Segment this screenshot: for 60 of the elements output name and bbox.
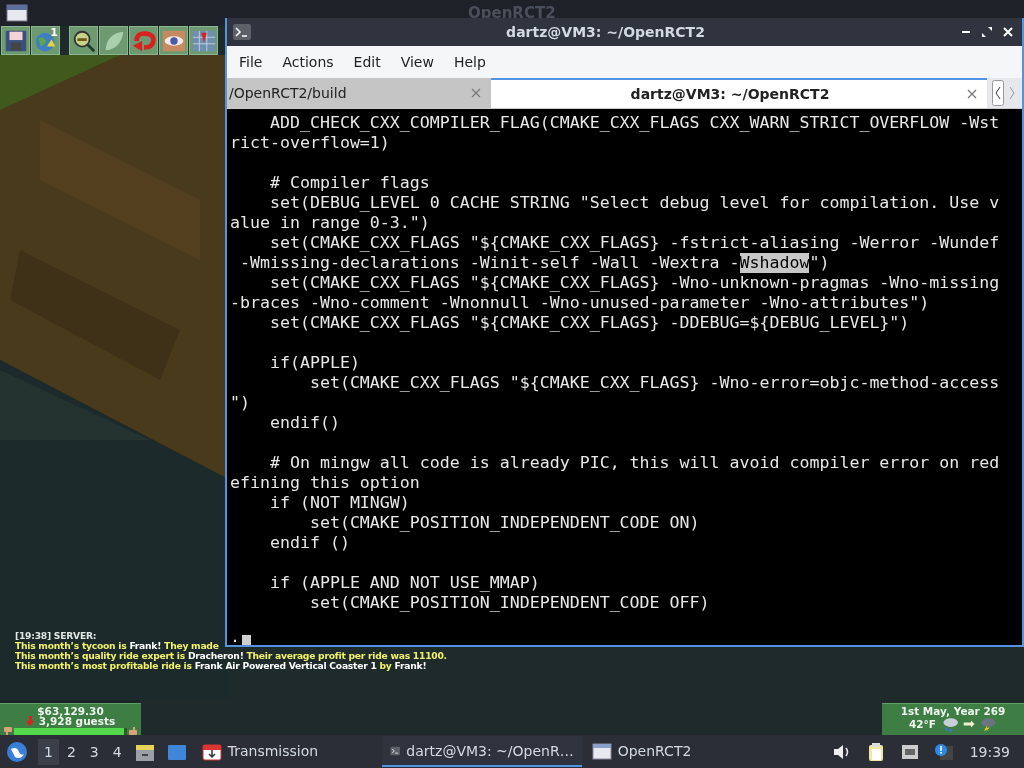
terminal-text: # On mingw all code is already PIC, this will avoid compiler error on red <box>268 453 1000 473</box>
terminal-text: rict-overflow=1) <box>230 133 390 153</box>
notification-icon[interactable] <box>933 741 954 762</box>
terminal-text: -Wmissing-declarations -Winit-self -Wall -Wextra - <box>239 253 740 273</box>
terminal-text: set(CMAKE_CXX_FLAGS "${CMAKE_CXX_FLAGS} -fstrict-aliasing -Werror -Wundef <box>268 233 1000 253</box>
date-text: 1st May, Year 269 <box>900 706 1006 716</box>
money-text: $63,129.30 <box>37 706 104 716</box>
workspace-button[interactable]: 4 <box>106 738 128 765</box>
terminal-text: -braces -Wno-comment -Wnonnull -Wno-unused-parameter -Wno-attributes") <box>230 293 930 313</box>
terminal-text: ") <box>809 253 830 273</box>
terminal-text: if(APPLE) <box>268 353 360 373</box>
workspace-button[interactable]: 3 <box>83 738 105 765</box>
tab[interactable]: dartz@VM3: ~/OpenRCT2 <box>491 78 987 108</box>
window-title: dartz@VM3: ~/OpenRCT2 <box>505 24 706 40</box>
terminal-text: endif() <box>268 413 340 433</box>
window-icon <box>591 740 612 761</box>
task-button[interactable]: Transmission <box>193 736 380 767</box>
terminal-text: endif () <box>268 533 350 553</box>
terminal-text: alue in range 0-3.") <box>230 213 430 233</box>
guest-count: 3,928 guests <box>38 716 116 726</box>
weather-forecast-icon <box>942 716 997 732</box>
task-button[interactable]: OpenRCT2 <box>583 736 700 767</box>
tab[interactable]: /OpenRCT2/build <box>227 78 491 108</box>
terminal-text: set(CMAKE_CXX_FLAGS "${CMAKE_CXX_FLAGS} -Wno-error=objc-method-access <box>308 373 1000 393</box>
terminal-text: ADD_CHECK_CXX_COMPILER_FLAG(CMAKE_CXX_FLAGS CXX_WARN_STRICT_OVERFLOW -Wst <box>268 113 1000 133</box>
menu-item[interactable]: File <box>229 54 273 70</box>
count-text: 1 <box>50 27 58 39</box>
start-menu-icon[interactable] <box>6 740 28 763</box>
menu-item[interactable]: View <box>390 54 444 70</box>
thumbs-up-icon <box>129 727 137 735</box>
menu-item[interactable]: Edit <box>343 54 391 70</box>
terminal-text: ") <box>230 393 250 413</box>
terminal-text: set(CMAKE_CXX_FLAGS "${CMAKE_CXX_FLAGS} -Wno-unknown-pragmas -Wno-missing <box>268 273 1000 293</box>
terminal-text: if (APPLE AND NOT USE_MMAP) <box>268 573 540 593</box>
clock-text[interactable]: 19:39 <box>969 743 1010 760</box>
terminal-text: # Compiler flags <box>268 173 430 193</box>
prompt-text: : <box>230 633 240 645</box>
terminal-text: set(CMAKE_POSITION_INDEPENDENT_CODE ON) <box>308 513 700 533</box>
workspace-button[interactable]: 2 <box>60 738 82 765</box>
menu-item[interactable]: Actions <box>272 54 344 70</box>
thumbs-down-icon <box>4 727 12 735</box>
workspace-button[interactable]: 1 <box>38 738 59 765</box>
chat-message: This month’s most profitable ride is Frank Air Powered Vertical Coaster 1 by Frank! <box>15 661 427 671</box>
terminal-text: if (NOT MINGW) <box>268 493 410 513</box>
tab-label: dartz@VM3: ~/OpenRCT2 <box>629 86 831 102</box>
terminal-icon <box>233 24 251 40</box>
temperature-text: 42°F <box>908 719 936 729</box>
window-icon <box>6 4 28 22</box>
terminal-text: Wshadow <box>739 253 810 273</box>
terminal-text: set(CMAKE_CXX_FLAGS "${CMAKE_CXX_FLAGS} -DDEBUG=${DEBUG_LEVEL}") <box>268 313 910 333</box>
menu-item[interactable]: Help <box>443 54 496 70</box>
tab-label: /OpenRCT2/build <box>229 85 348 101</box>
chat-message: This month’s tycoon is Frank! They made <box>15 641 219 651</box>
task-button[interactable]: dartz@VM3: ~/OpenR… <box>381 736 582 767</box>
terminal-text: set(DEBUG_LEVEL 0 CACHE STRING "Select debug level for compilation. Use v <box>268 193 1000 213</box>
chat-message: [19:38] SERVER: <box>15 631 97 641</box>
terminal-text: efining this option <box>230 473 420 493</box>
terminal-text: set(CMAKE_POSITION_INDEPENDENT_CODE OFF) <box>308 593 710 613</box>
chat-message: This month’s quality ride expert is Dracheron! Their average profit per ride was 11100. <box>15 651 447 661</box>
down-arrow-icon <box>25 716 34 726</box>
